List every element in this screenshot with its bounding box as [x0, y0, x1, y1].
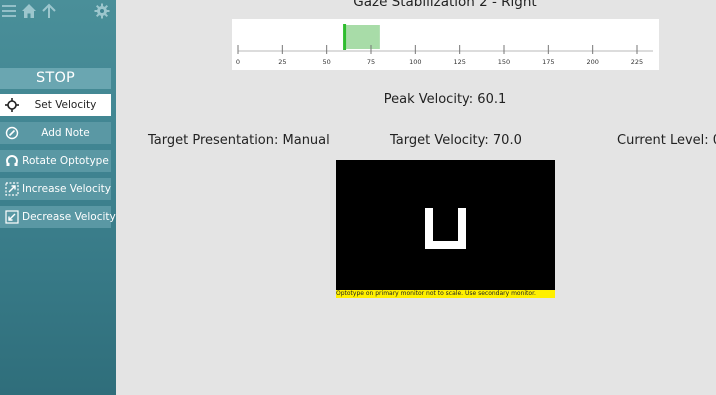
decrease-velocity-button[interactable]: Decrease Velocity	[0, 206, 116, 228]
rotate-optotype-label: Rotate Optotype	[22, 155, 109, 167]
set-velocity-button[interactable]: Set Velocity	[0, 94, 111, 116]
toolbar	[0, 0, 116, 24]
target-velocity-readout: Target Velocity: 70.0	[390, 133, 522, 148]
velocity-scale: 0 25 50 75 100 125 150 175 200 225	[232, 19, 659, 70]
home-icon[interactable]	[21, 3, 37, 19]
scale-tick-label-25: 25	[278, 58, 286, 66]
crosshair-icon	[5, 98, 19, 112]
scale-tick-label-175: 175	[542, 58, 554, 66]
monitor-scale-notice: Optotype on primary monitor not to scale…	[336, 290, 555, 298]
increase-velocity-button[interactable]: Increase Velocity	[0, 178, 111, 200]
rotate-icon	[5, 154, 19, 168]
pen-icon	[5, 126, 19, 140]
peak-velocity-marker	[343, 24, 347, 50]
target-presentation-readout: Target Presentation: Manual	[148, 133, 330, 148]
set-velocity-label: Set Velocity	[34, 99, 97, 111]
target-velocity-band	[344, 25, 380, 49]
scale-tick-label-225: 225	[631, 58, 643, 66]
shrink-icon	[5, 210, 19, 224]
current-level-readout: Current Level: 0.1	[617, 133, 716, 148]
optotype-c-icon	[425, 208, 466, 249]
decrease-velocity-label: Decrease Velocity	[22, 211, 116, 223]
stop-button[interactable]: STOP	[0, 68, 111, 89]
increase-velocity-label: Increase Velocity	[22, 183, 111, 195]
scale-tick-label-200: 200	[586, 58, 598, 66]
add-note-label: Add Note	[41, 127, 90, 139]
scale-tick-label-125: 125	[453, 58, 465, 66]
scale-tick-label-75: 75	[367, 58, 375, 66]
menu-icon[interactable]	[1, 3, 17, 19]
back-arrow-icon[interactable]	[41, 3, 57, 19]
scale-tick-label-100: 100	[409, 58, 421, 66]
add-note-button[interactable]: Add Note	[0, 122, 111, 144]
scale-tick-label-50: 50	[323, 58, 331, 66]
scale-tick-label-0: 0	[236, 58, 240, 66]
velocity-scale-chart: 0 25 50 75 100 125 150 175 200 225	[236, 24, 653, 66]
page-title: Gaze Stabilization 2 - Right	[353, 0, 537, 10]
rotate-optotype-button[interactable]: Rotate Optotype	[0, 150, 111, 172]
peak-velocity-readout: Peak Velocity: 60.1	[383, 92, 507, 107]
sidebar: STOP Set Velocity Add Note Rotate Optoty…	[0, 0, 116, 395]
scale-tick-label-150: 150	[498, 58, 510, 66]
expand-icon	[5, 182, 19, 196]
settings-gear-icon[interactable]	[94, 3, 110, 19]
